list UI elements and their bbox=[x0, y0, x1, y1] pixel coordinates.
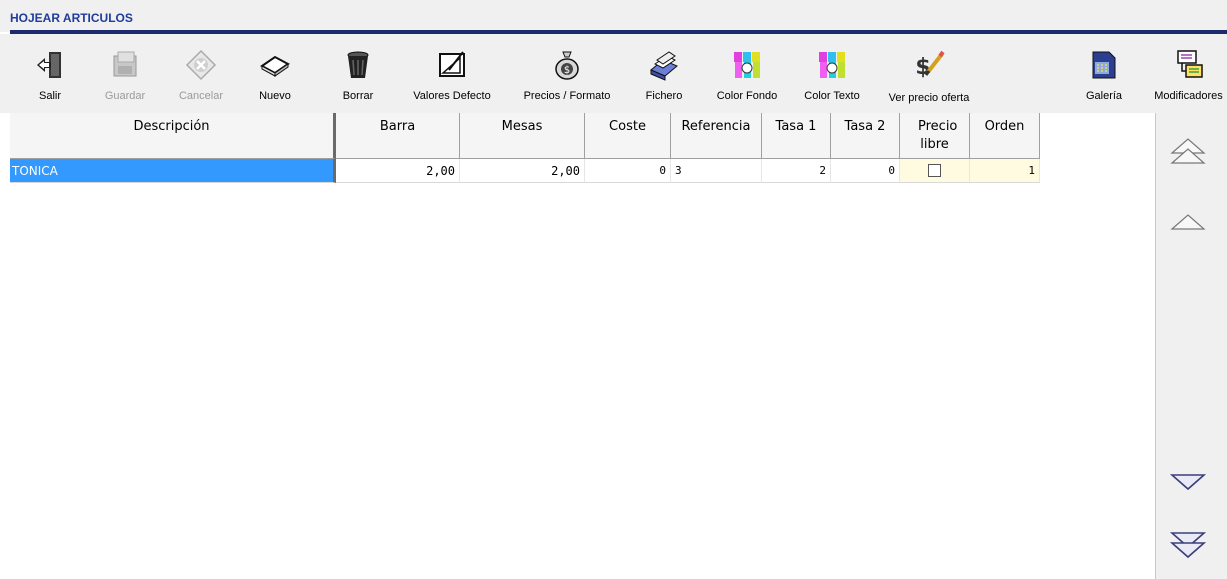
text-color-button[interactable]: Color Texto bbox=[794, 34, 870, 113]
paint-bottles-icon bbox=[819, 52, 845, 78]
offer-price-button[interactable]: $ Ver precio oferta bbox=[876, 34, 982, 113]
card-file-label: Fichero bbox=[645, 90, 683, 102]
precio-libre-checkbox[interactable] bbox=[928, 164, 941, 177]
window-title: HOJEAR ARTICULOS bbox=[10, 11, 133, 25]
paint-bottles-icon bbox=[734, 52, 760, 78]
new-icon bbox=[260, 55, 290, 77]
save-button[interactable]: Guardar bbox=[100, 34, 150, 113]
offer-price-label: Ver precio oferta bbox=[888, 92, 970, 104]
down-arrow-icon[interactable] bbox=[1168, 463, 1208, 503]
save-icon bbox=[113, 51, 137, 77]
default-values-label: Valores Defecto bbox=[413, 90, 491, 102]
cell-precio-libre bbox=[900, 159, 970, 183]
scroll-panel bbox=[1155, 113, 1227, 579]
double-down-arrow-icon[interactable] bbox=[1168, 523, 1208, 563]
prices-format-label: Precios / Formato bbox=[523, 90, 611, 102]
modifiers-icon bbox=[1176, 50, 1203, 78]
new-label: Nuevo bbox=[259, 90, 291, 102]
column-header-orden[interactable]: Orden bbox=[970, 113, 1040, 159]
cancel-icon bbox=[185, 49, 217, 81]
modifiers-label: Modificadores bbox=[1154, 90, 1223, 102]
gallery-icon bbox=[1092, 51, 1116, 79]
gallery-button[interactable]: Galería bbox=[1076, 34, 1132, 113]
cell-tasa1[interactable]: 2 bbox=[762, 159, 831, 183]
price-tag-icon: $ bbox=[915, 50, 945, 80]
column-header-coste[interactable]: Coste bbox=[585, 113, 671, 159]
money-bag-icon: $ bbox=[555, 51, 579, 80]
cell-mesas[interactable]: 2,00 bbox=[460, 159, 585, 183]
svg-text:$: $ bbox=[915, 55, 930, 80]
cell-orden[interactable]: 1 bbox=[970, 159, 1040, 183]
cancel-button[interactable]: Cancelar bbox=[172, 34, 230, 113]
cell-tasa2[interactable]: 0 bbox=[831, 159, 900, 183]
trash-icon bbox=[347, 51, 369, 78]
card-file-button[interactable]: Fichero bbox=[640, 34, 688, 113]
prices-format-button[interactable]: $ Precios / Formato bbox=[512, 34, 622, 113]
new-button[interactable]: Nuevo bbox=[252, 34, 298, 113]
column-header-descripcion[interactable]: Descripción bbox=[10, 113, 336, 159]
column-header-barra[interactable]: Barra bbox=[336, 113, 460, 159]
up-arrow-icon[interactable] bbox=[1168, 203, 1208, 243]
cancel-label: Cancelar bbox=[178, 90, 224, 102]
column-header-tasa2[interactable]: Tasa 2 bbox=[831, 113, 900, 159]
svg-text:$: $ bbox=[564, 65, 570, 76]
default-values-icon bbox=[439, 51, 465, 77]
text-color-label: Color Texto bbox=[804, 90, 860, 102]
gallery-label: Galería bbox=[1085, 90, 1123, 102]
cell-barra[interactable]: 2,00 bbox=[336, 159, 460, 183]
column-header-precio-libre[interactable]: Precio libre bbox=[900, 113, 970, 159]
save-label: Guardar bbox=[104, 90, 146, 102]
delete-label: Borrar bbox=[342, 90, 374, 102]
column-header-tasa1[interactable]: Tasa 1 bbox=[762, 113, 831, 159]
cell-coste[interactable]: 0 bbox=[585, 159, 671, 183]
cell-descripcion[interactable]: TONICA bbox=[10, 159, 336, 183]
background-color-label: Color Fondo bbox=[716, 90, 778, 102]
card-file-icon bbox=[650, 51, 678, 81]
delete-button[interactable]: Borrar bbox=[336, 34, 380, 113]
exit-door-icon bbox=[37, 52, 61, 78]
modifiers-button[interactable]: Modificadores bbox=[1150, 34, 1227, 113]
exit-button[interactable]: Salir bbox=[28, 34, 72, 113]
background-color-button[interactable]: Color Fondo bbox=[708, 34, 786, 113]
column-header-referencia[interactable]: Referencia bbox=[671, 113, 762, 159]
default-values-button[interactable]: Valores Defecto bbox=[402, 34, 502, 113]
column-header-mesas[interactable]: Mesas bbox=[460, 113, 585, 159]
double-up-arrow-icon[interactable] bbox=[1168, 133, 1208, 173]
exit-label: Salir bbox=[38, 90, 61, 102]
cell-referencia[interactable]: 3 bbox=[671, 159, 762, 183]
articles-grid: Descripción Barra Mesas Coste Referencia… bbox=[0, 113, 1155, 579]
toolbar: Salir Guardar Cancelar Nuevo Borrar Valo… bbox=[0, 34, 1227, 113]
window-title-bar: HOJEAR ARTICULOS bbox=[0, 0, 1227, 32]
